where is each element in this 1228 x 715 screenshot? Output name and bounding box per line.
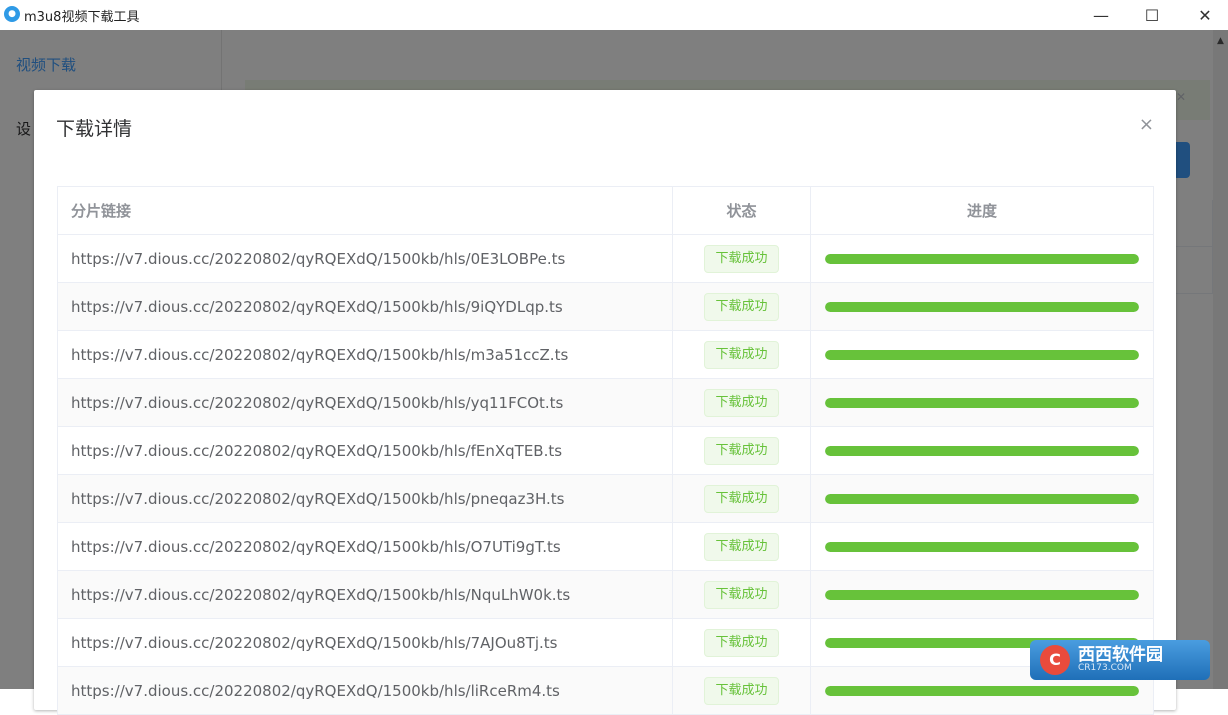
status-badge: 下载成功: [704, 676, 779, 705]
table-row: https://v7.dious.cc/20220802/qyRQEXdQ/15…: [58, 235, 1153, 283]
status-cell: 下载成功: [673, 475, 811, 522]
download-details-dialog: 下载详情 × 分片链接 状态 进度 https://v7.dious.cc/20…: [34, 90, 1176, 715]
table-row: https://v7.dious.cc/20220802/qyRQEXdQ/15…: [58, 283, 1153, 331]
status-cell: 下载成功: [673, 571, 811, 618]
column-header-status[interactable]: 状态: [673, 187, 811, 234]
title-bar: ● m3u8视频下载工具 — ☐ ✕: [0, 0, 1228, 30]
status-badge: 下载成功: [704, 580, 779, 609]
progress-bar: [825, 253, 1139, 264]
status-badge: 下载成功: [704, 244, 779, 273]
table-row: https://v7.dious.cc/20220802/qyRQEXdQ/15…: [58, 523, 1153, 571]
progress-fill: [825, 589, 1139, 600]
table-row: https://v7.dious.cc/20220802/qyRQEXdQ/15…: [58, 427, 1153, 475]
segment-link: https://v7.dious.cc/20220802/qyRQEXdQ/15…: [58, 475, 673, 522]
maximize-button[interactable]: ☐: [1129, 0, 1175, 30]
progress-bar: [825, 301, 1139, 312]
status-cell: 下载成功: [673, 619, 811, 666]
site-watermark: C 西西软件园 CR173.COM: [1030, 640, 1210, 680]
segment-link: https://v7.dious.cc/20220802/qyRQEXdQ/15…: [58, 523, 673, 570]
watermark-logo-icon: C: [1040, 645, 1070, 675]
close-window-button[interactable]: ✕: [1182, 0, 1228, 30]
progress-bar: [825, 589, 1139, 600]
segment-link: https://v7.dious.cc/20220802/qyRQEXdQ/15…: [58, 667, 673, 714]
table-row: https://v7.dious.cc/20220802/qyRQEXdQ/15…: [58, 331, 1153, 379]
status-cell: 下载成功: [673, 523, 811, 570]
app-logo-icon: ●: [4, 6, 20, 22]
progress-fill: [825, 397, 1139, 408]
segments-table: 分片链接 状态 进度 https://v7.dious.cc/20220802/…: [57, 186, 1154, 715]
status-cell: 下载成功: [673, 667, 811, 714]
watermark-text: 西西软件园: [1078, 644, 1163, 665]
segment-link: https://v7.dious.cc/20220802/qyRQEXdQ/15…: [58, 427, 673, 474]
segment-link: https://v7.dious.cc/20220802/qyRQEXdQ/15…: [58, 571, 673, 618]
progress-cell: [811, 523, 1153, 570]
status-badge: 下载成功: [704, 628, 779, 657]
status-cell: 下载成功: [673, 235, 811, 282]
progress-bar: [825, 445, 1139, 456]
progress-fill: [825, 541, 1139, 552]
table-row: https://v7.dious.cc/20220802/qyRQEXdQ/15…: [58, 571, 1153, 619]
progress-fill: [825, 349, 1139, 360]
progress-bar: [825, 397, 1139, 408]
progress-cell: [811, 283, 1153, 330]
progress-fill: [825, 493, 1139, 504]
status-badge: 下载成功: [704, 436, 779, 465]
progress-cell: [811, 331, 1153, 378]
status-badge: 下载成功: [704, 388, 779, 417]
progress-cell: [811, 475, 1153, 522]
status-badge: 下载成功: [704, 292, 779, 321]
progress-cell: [811, 379, 1153, 426]
table-row: https://v7.dious.cc/20220802/qyRQEXdQ/15…: [58, 667, 1153, 715]
progress-bar: [825, 541, 1139, 552]
status-cell: 下载成功: [673, 331, 811, 378]
segment-link: https://v7.dious.cc/20220802/qyRQEXdQ/15…: [58, 235, 673, 282]
status-badge: 下载成功: [704, 340, 779, 369]
table-row: https://v7.dious.cc/20220802/qyRQEXdQ/15…: [58, 475, 1153, 523]
segment-link: https://v7.dious.cc/20220802/qyRQEXdQ/15…: [58, 331, 673, 378]
progress-cell: [811, 427, 1153, 474]
progress-cell: [811, 235, 1153, 282]
segment-link: https://v7.dious.cc/20220802/qyRQEXdQ/15…: [58, 379, 673, 426]
segment-link: https://v7.dious.cc/20220802/qyRQEXdQ/15…: [58, 283, 673, 330]
close-icon[interactable]: ×: [1139, 114, 1154, 135]
table-header: 分片链接 状态 进度: [58, 187, 1153, 235]
progress-fill: [825, 445, 1139, 456]
segment-link: https://v7.dious.cc/20220802/qyRQEXdQ/15…: [58, 619, 673, 666]
minimize-button[interactable]: —: [1078, 0, 1124, 30]
progress-fill: [825, 253, 1139, 264]
column-header-link[interactable]: 分片链接: [58, 187, 673, 234]
progress-bar: [825, 349, 1139, 360]
table-row: https://v7.dious.cc/20220802/qyRQEXdQ/15…: [58, 619, 1153, 667]
progress-bar: [825, 685, 1139, 696]
window-title: m3u8视频下载工具: [24, 10, 140, 25]
status-cell: 下载成功: [673, 379, 811, 426]
progress-cell: [811, 571, 1153, 618]
progress-fill: [825, 685, 1139, 696]
progress-fill: [825, 301, 1139, 312]
dialog-title: 下载详情: [56, 118, 133, 140]
table-row: https://v7.dious.cc/20220802/qyRQEXdQ/15…: [58, 379, 1153, 427]
watermark-subtext: CR173.COM: [1078, 663, 1132, 674]
status-cell: 下载成功: [673, 427, 811, 474]
status-badge: 下载成功: [704, 532, 779, 561]
status-cell: 下载成功: [673, 283, 811, 330]
column-header-progress[interactable]: 进度: [811, 187, 1153, 234]
progress-bar: [825, 493, 1139, 504]
status-badge: 下载成功: [704, 484, 779, 513]
